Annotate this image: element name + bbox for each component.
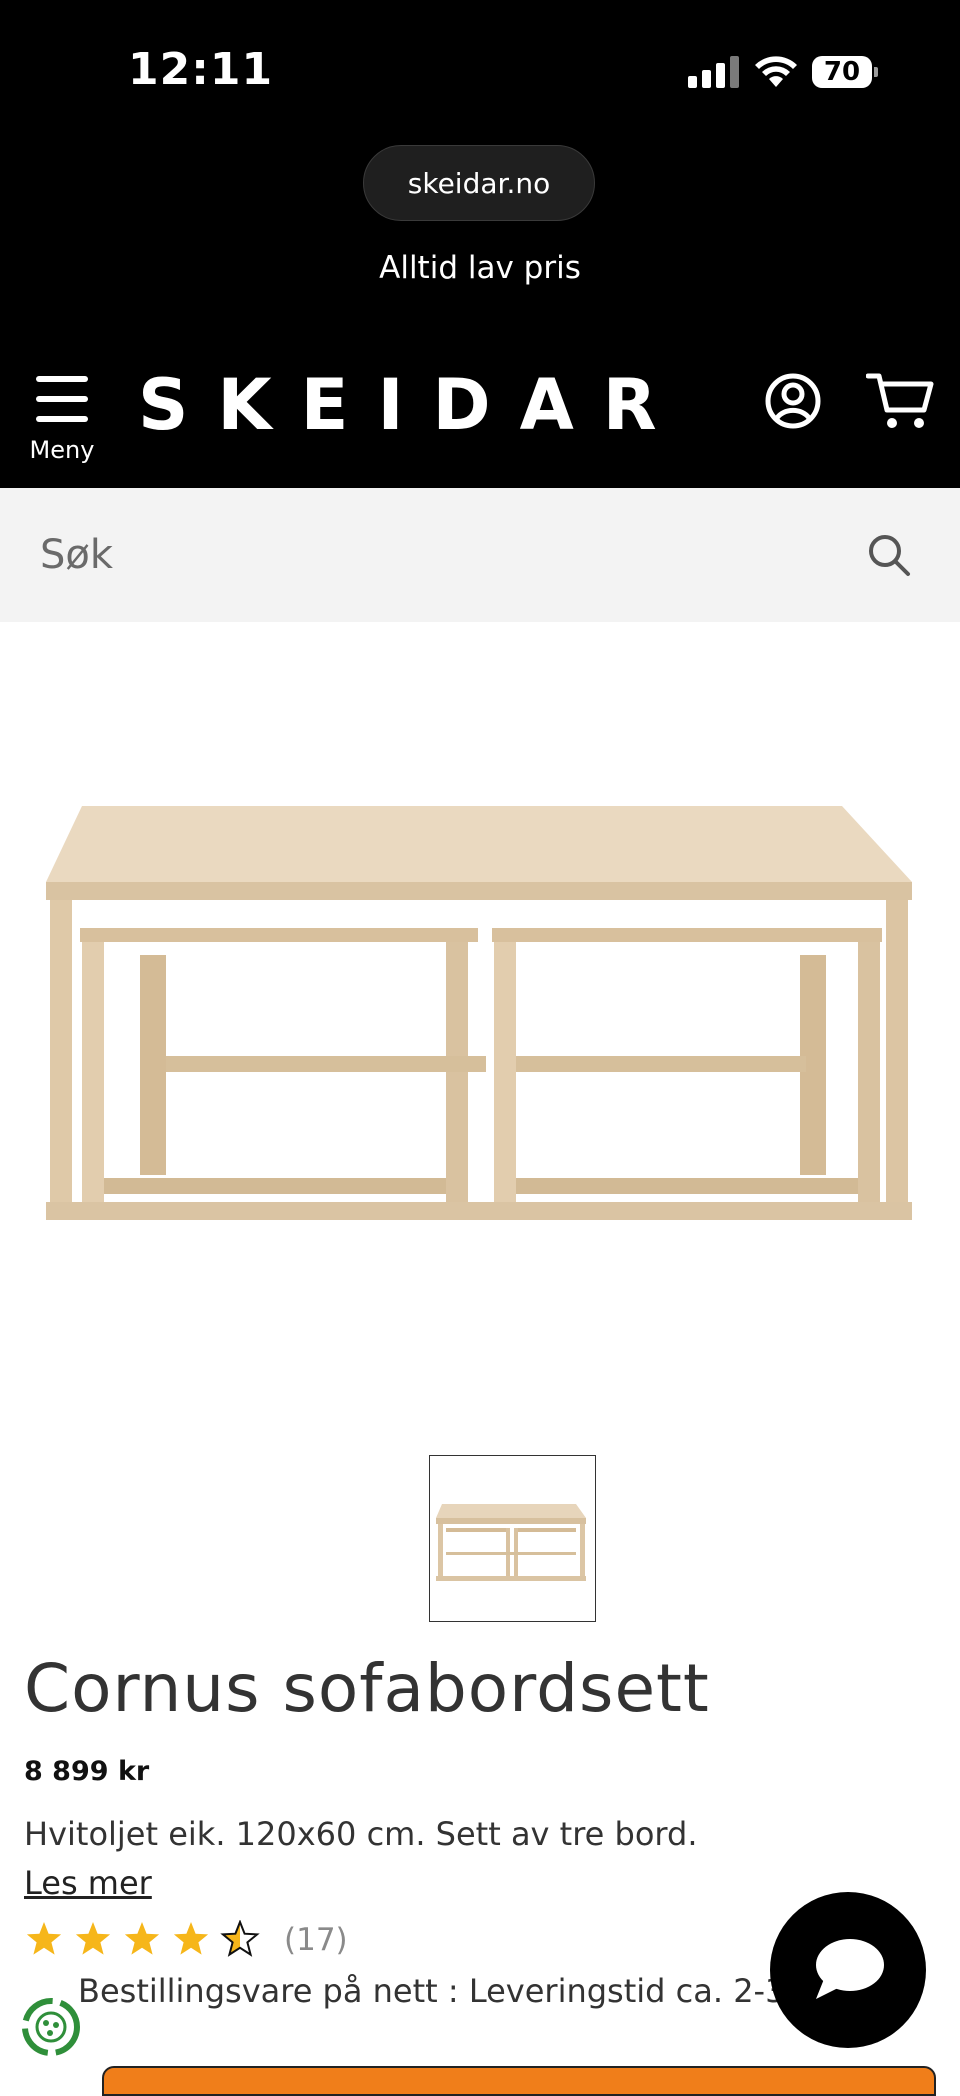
account-icon[interactable]	[764, 372, 822, 430]
battery-level: 70	[823, 57, 861, 87]
search-bar	[0, 488, 960, 622]
product-image[interactable]	[40, 790, 920, 1230]
url-bar[interactable]: skeidar.no	[363, 145, 595, 221]
product-thumbnail[interactable]	[429, 1455, 596, 1622]
battery-icon: 70	[812, 56, 878, 88]
menu-icon	[36, 376, 88, 424]
product-title: Cornus sofabordsett	[24, 1650, 710, 1727]
search-icon[interactable]	[866, 532, 912, 578]
menu-button[interactable]: Meny	[24, 372, 100, 468]
url-text: skeidar.no	[407, 166, 551, 200]
menu-label: Meny	[29, 436, 95, 464]
cart-icon[interactable]	[866, 370, 934, 432]
rating-star-icon	[220, 1920, 260, 1957]
site-logo[interactable]: SKEIDAR	[138, 364, 686, 446]
search-input[interactable]	[40, 518, 820, 592]
chat-icon	[816, 1939, 884, 1999]
thumbnail-image	[436, 1504, 586, 1581]
delivery-info: Bestillingsvare på nett : Leveringstid c…	[78, 1972, 808, 2010]
eco-badge-icon[interactable]	[16, 1992, 86, 2062]
rating-stars	[26, 1920, 260, 1957]
status-time: 12:11	[128, 44, 274, 95]
product-description: Hvitoljet eik. 120x60 cm. Sett av tre bo…	[24, 1815, 698, 1853]
status-icons: 70	[688, 52, 878, 92]
rating-star-icon	[173, 1922, 209, 1955]
header-tagline: Alltid lav pris	[379, 250, 581, 286]
chat-button[interactable]	[770, 1892, 926, 2048]
rating-count: (17)	[284, 1922, 348, 1958]
wifi-icon	[755, 56, 797, 87]
product-rating[interactable]: (17)	[24, 1918, 348, 1962]
read-more-link[interactable]: Les mer	[24, 1864, 152, 1902]
signal-icon	[688, 56, 739, 88]
product-price: 8 899 kr	[24, 1756, 150, 1787]
rating-star-icon	[75, 1922, 111, 1955]
add-to-cart-button[interactable]	[102, 2066, 936, 2096]
rating-star-icon	[124, 1922, 160, 1955]
rating-star-icon	[26, 1922, 62, 1955]
